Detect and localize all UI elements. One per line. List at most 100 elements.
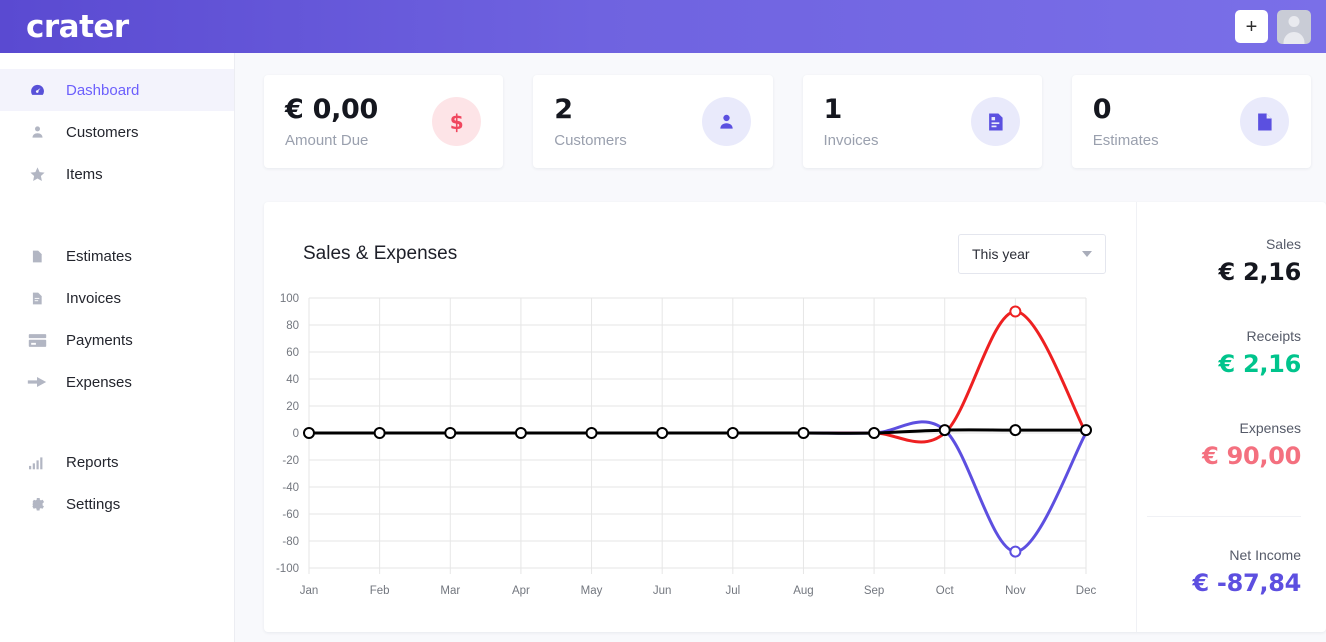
card-text: 2 Customers: [554, 94, 701, 148]
chart-svg: 100806040200-20-40-60-80-100JanFebMarApr…: [264, 286, 1109, 616]
stat-expenses: Expenses € 90,00: [1147, 420, 1301, 470]
chart-point[interactable]: [1010, 547, 1020, 557]
stat-label: Expenses: [1147, 420, 1301, 436]
credit-card-icon: [26, 330, 48, 350]
card-value: 1: [824, 94, 971, 125]
x-axis-tick: Sep: [864, 585, 884, 597]
card-invoices[interactable]: 1 Invoices: [803, 75, 1042, 168]
sidebar-item-label: Expenses: [66, 374, 132, 391]
sidebar-divider-1: [0, 195, 234, 235]
chart-title: Sales & Expenses: [303, 243, 457, 265]
sidebar-divider-2: [0, 403, 234, 441]
sidebar-item-invoices[interactable]: Invoices: [0, 277, 234, 319]
app-header: crater +: [0, 0, 1326, 53]
card-text: 1 Invoices: [824, 94, 971, 148]
chart-point[interactable]: [798, 428, 808, 438]
chart-point[interactable]: [1010, 307, 1020, 317]
chart-point[interactable]: [728, 428, 738, 438]
user-icon: [702, 97, 751, 146]
chart-point[interactable]: [445, 428, 455, 438]
dashboard-icon: [26, 80, 48, 100]
chart-point[interactable]: [587, 428, 597, 438]
y-axis-tick: -80: [282, 536, 299, 548]
chart-point[interactable]: [516, 428, 526, 438]
card-value: 2: [554, 94, 701, 125]
y-axis-tick: -20: [282, 455, 299, 467]
chart-area: Sales & Expenses This year 100806040200-…: [264, 202, 1136, 632]
avatar[interactable]: [1277, 10, 1311, 44]
date-range-select[interactable]: This year: [958, 234, 1106, 274]
card-label: Amount Due: [285, 132, 432, 149]
sidebar-item-payments[interactable]: Payments: [0, 319, 234, 361]
sidebar-item-label: Items: [66, 166, 103, 183]
sidebar-item-label: Estimates: [66, 248, 132, 265]
sidebar-item-estimates[interactable]: Estimates: [0, 235, 234, 277]
card-value: € 0,00: [285, 94, 432, 125]
date-range-value: This year: [972, 246, 1030, 262]
x-axis-tick: Feb: [370, 585, 390, 597]
card-estimates[interactable]: 0 Estimates: [1072, 75, 1311, 168]
app-logo[interactable]: crater: [26, 9, 129, 45]
stat-sales: Sales € 2,16: [1147, 236, 1301, 286]
document-icon: [26, 246, 48, 266]
x-axis-tick: Jul: [725, 585, 740, 597]
header-actions: +: [1235, 10, 1311, 44]
y-axis-tick: 0: [293, 428, 299, 440]
stat-net-income: Net Income € -87,84: [1147, 516, 1301, 597]
star-icon: [26, 164, 48, 184]
chart-point[interactable]: [304, 428, 314, 438]
dashboard-page: crater + Dashboard Customers I: [0, 0, 1326, 642]
user-icon: [26, 122, 48, 142]
add-button[interactable]: +: [1235, 10, 1268, 43]
y-axis-tick: -40: [282, 482, 299, 494]
sidebar-item-reports[interactable]: Reports: [0, 441, 234, 483]
sidebar-item-label: Reports: [66, 454, 119, 471]
sidebar-item-label: Customers: [66, 124, 139, 141]
card-label: Customers: [554, 132, 701, 149]
card-text: € 0,00 Amount Due: [285, 94, 432, 148]
sidebar-item-settings[interactable]: Settings: [0, 483, 234, 525]
card-amount-due[interactable]: € 0,00 Amount Due $: [264, 75, 503, 168]
main-content: € 0,00 Amount Due $ 2 Customers 1: [235, 53, 1326, 642]
sidebar-item-customers[interactable]: Customers: [0, 111, 234, 153]
sidebar-item-dashboard[interactable]: Dashboard: [0, 69, 234, 111]
sidebar-item-label: Invoices: [66, 290, 121, 307]
summary-stats: Sales € 2,16 Receipts € 2,16 Expenses € …: [1136, 202, 1326, 632]
invoice-icon: [26, 288, 48, 308]
x-axis-tick: Oct: [936, 585, 955, 597]
y-axis-tick: 100: [280, 293, 299, 305]
chart-point[interactable]: [1010, 425, 1020, 435]
avatar-head-shape: [1289, 16, 1300, 27]
stat-value: € -87,84: [1147, 569, 1301, 597]
chart-line-expenses: [309, 312, 1086, 443]
y-axis-tick: 20: [286, 401, 299, 413]
card-text: 0 Estimates: [1093, 94, 1240, 148]
invoice-icon: [971, 97, 1020, 146]
y-axis-tick: 40: [286, 374, 299, 386]
y-axis-tick: -60: [282, 509, 299, 521]
sidebar-item-expenses[interactable]: Expenses: [0, 361, 234, 403]
card-customers[interactable]: 2 Customers: [533, 75, 772, 168]
gear-icon: [26, 494, 48, 514]
chart-point[interactable]: [869, 428, 879, 438]
x-axis-tick: Aug: [793, 585, 813, 597]
sidebar-item-label: Settings: [66, 496, 120, 513]
stat-value: € 2,16: [1147, 350, 1301, 378]
card-value: 0: [1093, 94, 1240, 125]
sidebar-item-label: Payments: [66, 332, 133, 349]
chart-point[interactable]: [375, 428, 385, 438]
x-axis-tick: Jun: [653, 585, 672, 597]
stat-label: Sales: [1147, 236, 1301, 252]
y-axis-tick: 60: [286, 347, 299, 359]
stat-value: € 90,00: [1147, 442, 1301, 470]
chart-point[interactable]: [657, 428, 667, 438]
chart-point[interactable]: [940, 425, 950, 435]
y-axis-tick: -100: [276, 563, 299, 575]
chart-point[interactable]: [1081, 425, 1091, 435]
dollar-glyph: $: [450, 110, 464, 134]
card-label: Invoices: [824, 132, 971, 149]
chevron-down-icon: [1082, 251, 1092, 257]
summary-cards: € 0,00 Amount Due $ 2 Customers 1: [235, 53, 1326, 168]
x-axis-tick: Dec: [1076, 585, 1097, 597]
sidebar-item-items[interactable]: Items: [0, 153, 234, 195]
